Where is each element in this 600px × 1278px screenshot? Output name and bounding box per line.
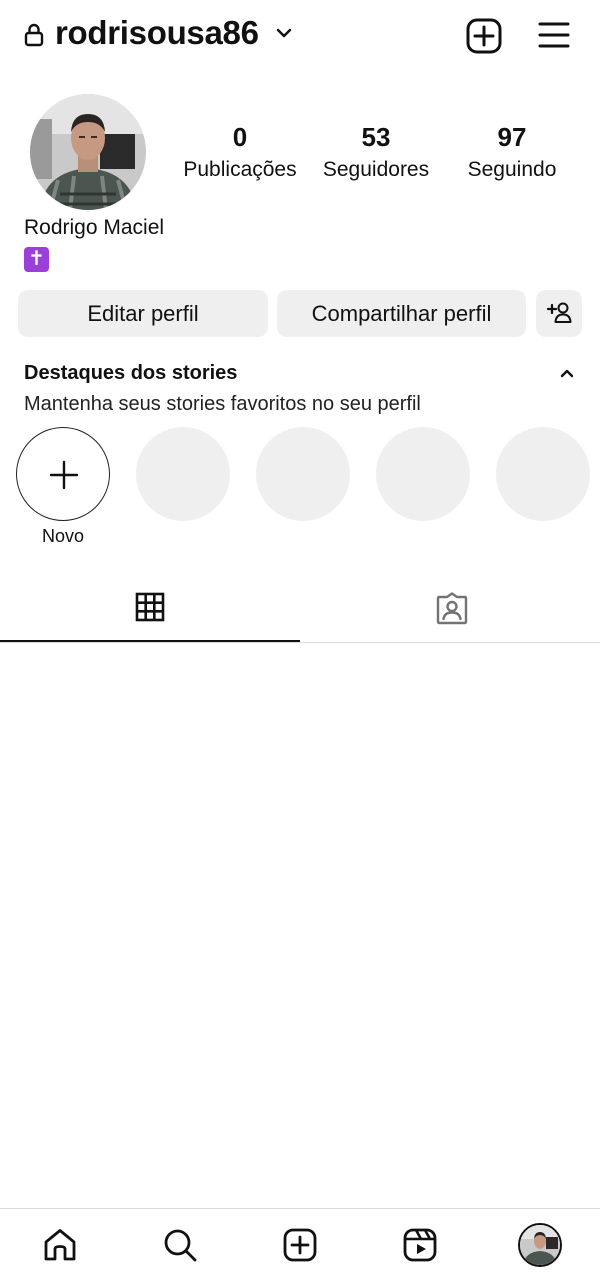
highlight-placeholder xyxy=(256,427,350,521)
new-highlight-button[interactable] xyxy=(16,427,110,521)
posts-area xyxy=(0,643,600,1208)
stat-label: Publicações xyxy=(183,158,297,181)
tagged-user-icon xyxy=(436,592,468,625)
share-profile-button[interactable]: Compartilhar perfil xyxy=(277,290,526,337)
tab-tagged[interactable] xyxy=(300,576,600,642)
plus-square-icon[interactable] xyxy=(282,1227,318,1263)
chevron-down-icon[interactable] xyxy=(276,26,292,44)
account-username[interactable]: rodrisousa86 xyxy=(55,14,259,52)
hamburger-menu-icon[interactable] xyxy=(537,20,571,55)
highlight-placeholder xyxy=(376,427,470,521)
stat-value: 0 xyxy=(232,122,248,152)
reels-icon[interactable] xyxy=(402,1227,438,1263)
profile-avatar[interactable] xyxy=(30,94,146,210)
stat-value: 53 xyxy=(361,122,391,152)
highlight-placeholder xyxy=(496,427,590,521)
stat-value: 97 xyxy=(497,122,527,152)
tab-posts-grid[interactable] xyxy=(0,576,300,642)
stat-followers[interactable]: 53 Seguidores xyxy=(311,122,441,185)
profile-full-name: Rodrigo Maciel xyxy=(24,216,165,239)
highlights-subtitle: Mantenha seus stories favoritos no seu p… xyxy=(24,393,421,415)
highlight-placeholder xyxy=(136,427,230,521)
bio-cross-emoji: ✝ xyxy=(24,247,49,272)
discover-people-button[interactable] xyxy=(536,290,582,337)
search-icon[interactable] xyxy=(162,1227,198,1263)
profile-avatar-nav[interactable] xyxy=(518,1223,562,1267)
stat-posts[interactable]: 0 Publicações xyxy=(175,122,305,185)
chevron-up-icon[interactable] xyxy=(559,366,575,384)
lock-icon xyxy=(24,23,44,52)
plus-icon xyxy=(49,460,79,490)
highlights-title: Destaques dos stories xyxy=(24,362,238,384)
stat-label: Seguidores xyxy=(322,158,430,181)
stat-label: Seguindo xyxy=(467,158,557,181)
stat-following[interactable]: 97 Seguindo xyxy=(447,122,577,185)
edit-profile-button[interactable]: Editar perfil xyxy=(18,290,268,337)
bottom-navigation xyxy=(0,1208,600,1278)
add-person-icon xyxy=(546,302,572,323)
top-bar: rodrisousa86 xyxy=(0,0,600,72)
home-icon[interactable] xyxy=(42,1227,78,1263)
grid-icon xyxy=(135,592,165,622)
new-highlight-label: Novo xyxy=(41,526,85,546)
create-post-icon[interactable] xyxy=(466,18,502,59)
